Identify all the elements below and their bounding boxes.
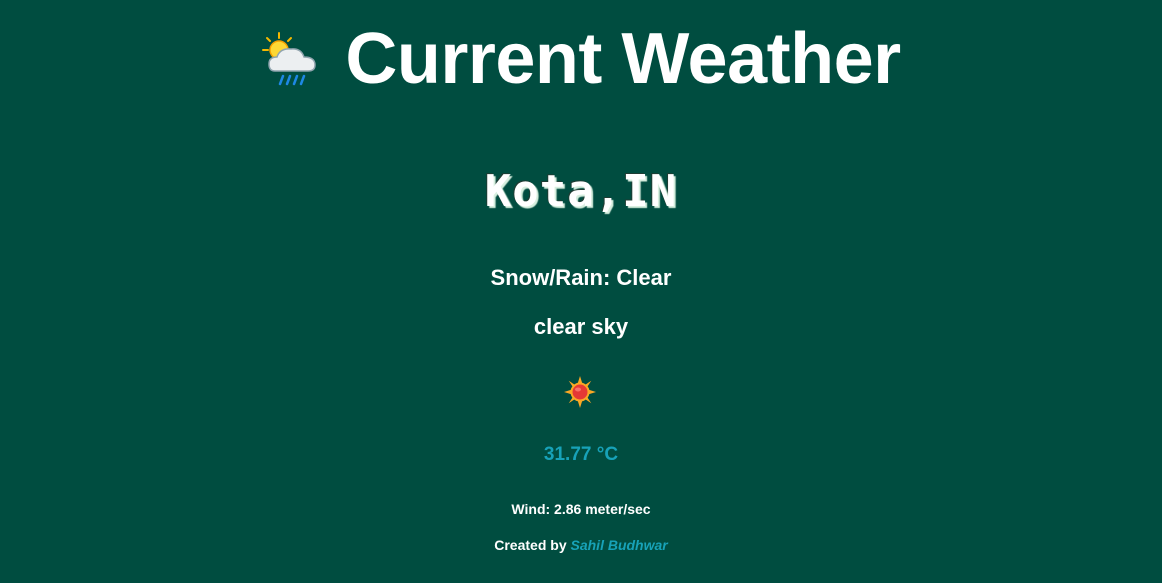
page-header: Current Weather xyxy=(0,14,1162,104)
weather-condition: Snow/Rain: Clear xyxy=(490,265,672,290)
weather-description: clear sky xyxy=(533,314,629,339)
page-title: Current Weather xyxy=(345,19,901,99)
sun-behind-rain-cloud-icon xyxy=(262,32,317,86)
credit-label: Created by xyxy=(494,537,567,553)
credit-line: Created by Sahil Budhwar xyxy=(0,537,1162,553)
sun-icon xyxy=(564,376,596,408)
author-link[interactable]: Sahil Budhwar xyxy=(571,537,668,553)
wind-speed: Wind: 2.86 meter/sec xyxy=(511,501,651,517)
city-name: Kota,IN xyxy=(484,166,678,217)
temperature-value: 31.77 °C xyxy=(543,444,619,465)
